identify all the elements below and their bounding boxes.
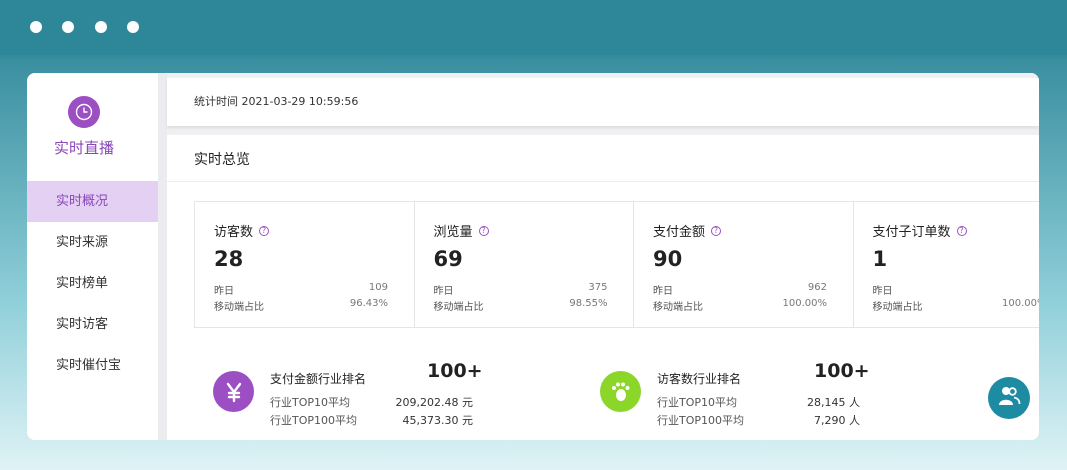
- stat-card-sub-orders: 支付子订单数 ? 1 昨日 1 移动端占比 100.00%: [854, 202, 1040, 327]
- window-dot-4[interactable]: [127, 21, 139, 33]
- sidebar-item-label: 实时访客: [56, 317, 109, 332]
- yesterday-value: 962: [807, 282, 827, 293]
- yesterday-label: 昨日: [214, 286, 234, 297]
- sidebar-item-visitors[interactable]: 实时访客: [27, 304, 158, 345]
- window-titlebar: [0, 0, 1067, 55]
- stat-time-bar: 统计时间 2021-03-29 10:59:56: [167, 78, 1039, 126]
- sidebar-item-sources[interactable]: 实时来源: [27, 222, 158, 263]
- stat-label: 访客数: [214, 225, 254, 240]
- stat-mobile-row: 移动端占比 96.43%: [214, 298, 388, 313]
- stat-label: 支付金额: [653, 225, 706, 240]
- window-dot-3[interactable]: [95, 21, 107, 33]
- stat-value: 90: [653, 247, 683, 271]
- stat-card-visitors: 访客数 ? 28 昨日 109 移动端占比 96.43%: [195, 202, 415, 327]
- mobile-label: 移动端占比: [433, 302, 484, 313]
- mobile-value: 96.43%: [349, 298, 388, 309]
- overview-panel: 实时总览 访客数 ? 28 昨日 109 移动端占比 96.43% 浏览量 ? …: [167, 135, 1039, 440]
- panel-title: 实时总览: [194, 152, 250, 168]
- mobile-value: 100.00%: [1002, 298, 1039, 309]
- sidebar-divider: [158, 73, 167, 440]
- stat-label-wrap: 支付金额 ?: [653, 221, 722, 240]
- users-icon: [997, 385, 1021, 411]
- top10-value: 209,202.48 元: [395, 396, 473, 409]
- help-icon[interactable]: ?: [711, 225, 722, 236]
- yesterday-value: 109: [368, 282, 388, 293]
- rank-value: 100+: [814, 360, 870, 382]
- clock-icon: [68, 96, 100, 128]
- stat-mobile-row: 移动端占比 98.55%: [434, 298, 608, 313]
- stat-value: 1: [872, 247, 888, 271]
- top10-label: 行业TOP10平均: [270, 396, 351, 409]
- stat-label: 浏览量: [433, 225, 473, 240]
- brand-title: 实时直播: [53, 139, 114, 157]
- rank-title: 访客数行业排名: [657, 372, 742, 386]
- sidebar-item-payment-reminder[interactable]: 实时催付宝: [27, 345, 158, 386]
- stat-yesterday-row: 昨日 1: [873, 282, 1040, 297]
- rank-title: 支付金额行业排名: [270, 372, 367, 386]
- window-dot-2[interactable]: [62, 21, 74, 33]
- stat-label-wrap: 支付子订单数 ?: [873, 221, 967, 240]
- help-icon[interactable]: ?: [478, 225, 489, 236]
- rank-value: 100+: [427, 360, 483, 382]
- stat-mobile-row: 移动端占比 100.00%: [653, 298, 827, 313]
- stat-mobile-row: 移动端占比 100.00%: [873, 298, 1040, 313]
- stats-grid: 访客数 ? 28 昨日 109 移动端占比 96.43% 浏览量 ? 69 昨日…: [194, 201, 1039, 328]
- top100-value: 45,373.30 元: [402, 414, 473, 427]
- top100-value: 7,290 人: [814, 414, 860, 427]
- panel-divider: [167, 181, 1039, 182]
- stat-label-wrap: 访客数 ?: [214, 221, 270, 240]
- mobile-value: 98.55%: [569, 298, 608, 309]
- app-window: 实时直播 实时概况 实时来源 实时榜单 实时访客 实时催付宝 统计时间 2021…: [27, 73, 1039, 440]
- yesterday-label: 昨日: [433, 286, 454, 297]
- stat-label: 支付子订单数: [872, 225, 951, 240]
- mobile-value: 100.00%: [782, 298, 828, 309]
- sidebar-item-overview[interactable]: 实时概况: [27, 181, 158, 222]
- sidebar-item-label: 实时榜单: [56, 276, 109, 291]
- stat-label-wrap: 浏览量 ?: [434, 221, 489, 240]
- mobile-label: 移动端占比: [872, 302, 923, 313]
- stat-card-pageviews: 浏览量 ? 69 昨日 375 移动端占比 98.55%: [415, 202, 634, 327]
- sidebar-item-label: 实时来源: [56, 235, 109, 250]
- top100-label: 行业TOP100平均: [270, 414, 358, 427]
- yesterday-label: 昨日: [653, 286, 673, 297]
- help-icon[interactable]: ?: [956, 225, 967, 236]
- top10-label: 行业TOP10平均: [657, 396, 738, 409]
- sidebar-item-rankings[interactable]: 实时榜单: [27, 263, 158, 304]
- footprint-icon: [600, 371, 641, 412]
- mobile-label: 移动端占比: [214, 302, 264, 313]
- sidebar-item-label: 实时概况: [56, 194, 109, 209]
- yesterday-label: 昨日: [872, 286, 893, 297]
- stat-value: 69: [433, 247, 463, 271]
- users-button[interactable]: [988, 377, 1030, 419]
- help-icon[interactable]: ?: [259, 225, 270, 236]
- stat-time: 统计时间 2021-03-29 10:59:56: [194, 95, 359, 108]
- top10-value: 28,145 人: [807, 396, 860, 409]
- sidebar: 实时直播 实时概况 实时来源 实时榜单 实时访客 实时催付宝: [27, 73, 158, 440]
- stat-value: 28: [214, 247, 244, 271]
- top100-label: 行业TOP100平均: [657, 414, 745, 427]
- yen-icon: [213, 371, 254, 412]
- window-dot-1[interactable]: [30, 21, 42, 33]
- stat-yesterday-row: 昨日 109: [214, 282, 388, 297]
- yesterday-value: 375: [588, 282, 608, 293]
- main-content: 统计时间 2021-03-29 10:59:56 实时总览 访客数 ? 28 昨…: [167, 73, 1039, 440]
- sidebar-item-label: 实时催付宝: [56, 358, 122, 373]
- stat-yesterday-row: 昨日 375: [434, 282, 608, 297]
- stat-yesterday-row: 昨日 962: [653, 282, 827, 297]
- mobile-label: 移动端占比: [653, 302, 703, 313]
- stat-card-payment-amount: 支付金额 ? 90 昨日 962 移动端占比 100.00%: [634, 202, 854, 327]
